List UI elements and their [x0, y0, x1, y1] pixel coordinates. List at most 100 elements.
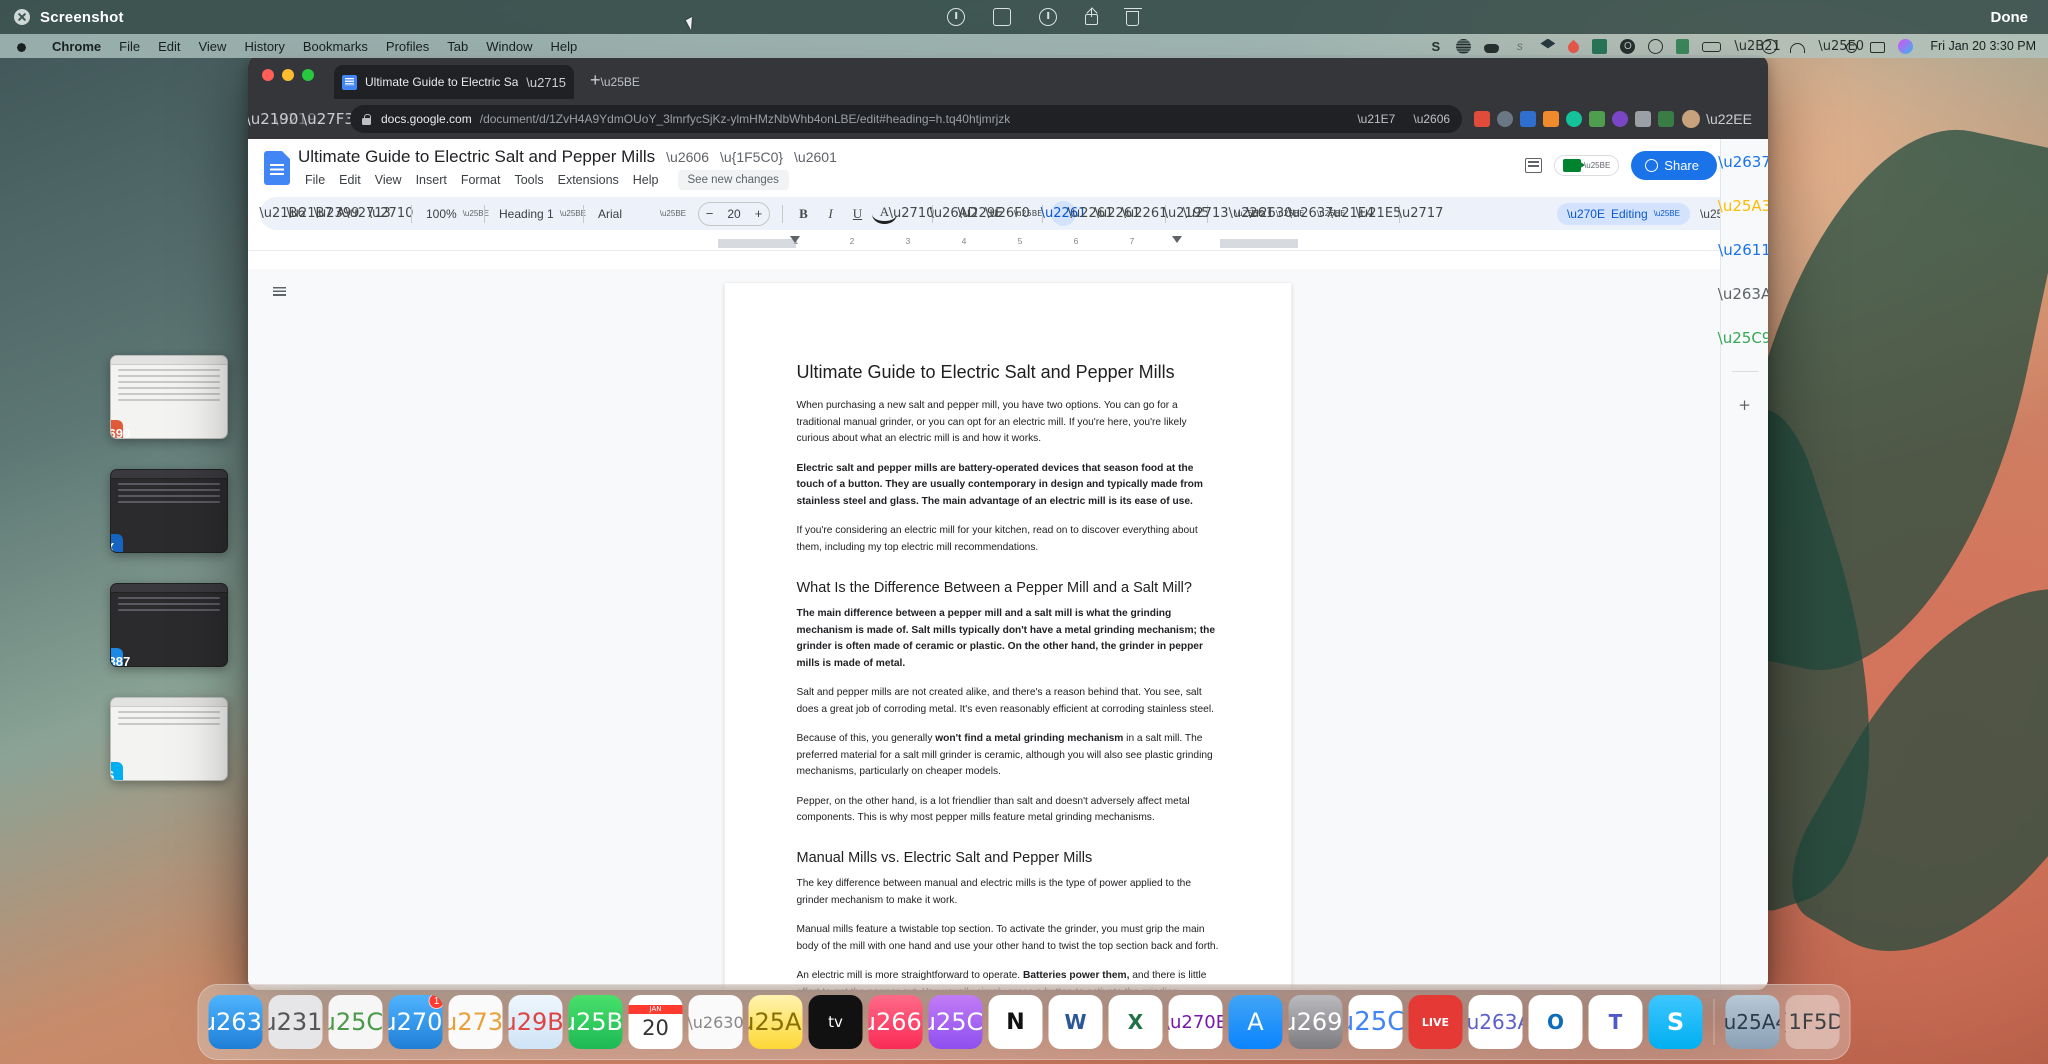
close-circle-icon[interactable]: [14, 9, 30, 25]
dock-item-launchpad[interactable]: \u2318: [268, 995, 323, 1049]
wifi-icon[interactable]: \u25E0: [1818, 39, 1864, 54]
share-button[interactable]: Share: [1631, 151, 1717, 180]
bold-button[interactable]: B: [791, 201, 816, 226]
ext-orange-icon[interactable]: [1543, 111, 1560, 127]
spotlight-search-icon[interactable]: [1846, 41, 1858, 53]
trash-icon[interactable]: [1124, 7, 1143, 26]
docs-menu-edit[interactable]: Edit: [332, 170, 368, 190]
keep-icon[interactable]: \u25A3: [1718, 195, 1768, 217]
editing-mode-button[interactable]: \u270E Editing \u25BE: [1556, 202, 1690, 225]
dock-item-downloads-folder[interactable]: \u25A4: [1725, 995, 1780, 1049]
font-dropdown[interactable]: Arial \u25BE: [592, 201, 692, 226]
dock-item-onenote[interactable]: \u270E: [1168, 995, 1223, 1049]
menu-item-edit[interactable]: Edit: [149, 39, 189, 54]
stage-window-document[interactable]: \u2699: [110, 355, 228, 439]
timer-icon[interactable]: [1648, 38, 1664, 54]
dock-item-app-store[interactable]: A: [1228, 995, 1283, 1049]
apple-logo-icon[interactable]: [16, 39, 27, 53]
camera-icon[interactable]: [947, 8, 966, 26]
close-window-button[interactable]: [262, 69, 274, 81]
meet-button[interactable]: \u25BE: [1554, 155, 1620, 176]
ext-green-icon[interactable]: [1658, 111, 1675, 127]
decrease-font-size-button[interactable]: −: [699, 206, 720, 221]
font-size-stepper[interactable]: − 20 +: [698, 201, 770, 226]
battery-green-icon[interactable]: [1676, 38, 1690, 54]
increase-indent-icon[interactable]: \u21E5: [1356, 201, 1402, 226]
tasks-icon[interactable]: \u2611: [1718, 239, 1768, 261]
ext-globe-icon[interactable]: [1497, 111, 1514, 127]
share-icon[interactable]: [1085, 8, 1099, 25]
profile-avatar[interactable]: [1682, 110, 1701, 128]
dock-item-finder[interactable]: \u263A: [208, 995, 263, 1049]
share-icon[interactable]: \u21E7: [1357, 112, 1395, 126]
chevron-down-icon[interactable]: \u25BE: [1014, 201, 1043, 226]
docs-menu-insert[interactable]: Insert: [409, 170, 454, 190]
menu-app-name[interactable]: Chrome: [43, 39, 110, 54]
ext-purple-icon[interactable]: [1612, 111, 1629, 127]
chevron-down-icon[interactable]: \u25BE: [601, 75, 640, 89]
version-history-icon[interactable]: [1525, 158, 1543, 173]
maximize-window-button[interactable]: [302, 69, 314, 81]
dock-item-trash[interactable]: \u{1F5D1}: [1785, 995, 1840, 1049]
dock-item-outlook[interactable]: O: [1528, 995, 1583, 1049]
docs-menu-view[interactable]: View: [368, 170, 409, 190]
menu-item-tab[interactable]: Tab: [438, 39, 477, 54]
dock-item-teams-people[interactable]: \u263A: [1468, 995, 1523, 1049]
skype-icon[interactable]: S: [1428, 39, 1443, 54]
ext-puzzle-icon[interactable]: [1635, 111, 1652, 127]
control-center-icon[interactable]: [1870, 41, 1886, 53]
dock-item-notion[interactable]: N: [988, 995, 1043, 1049]
cloud-saved-icon[interactable]: \u2601: [794, 149, 837, 165]
new-tab-button[interactable]: +: [590, 70, 601, 91]
skype-dim-icon[interactable]: s: [1512, 39, 1527, 54]
page-title[interactable]: Ultimate Guide to Electric Salt and Pepp…: [298, 147, 655, 167]
star-icon[interactable]: \u2606: [666, 149, 709, 165]
droplet-icon[interactable]: [1566, 39, 1582, 55]
dock-item-music[interactable]: \u266B: [868, 995, 923, 1049]
dock-item-teams[interactable]: T: [1588, 995, 1643, 1049]
docs-menu-format[interactable]: Format: [454, 170, 508, 190]
dock-item-chrome[interactable]: \u25C9: [1348, 995, 1403, 1049]
done-button[interactable]: Done: [1990, 9, 2028, 26]
star-icon[interactable]: \u2606: [1413, 112, 1450, 126]
calendar-icon[interactable]: \u2637: [1718, 151, 1768, 173]
stage-window-code[interactable]: X: [110, 469, 228, 553]
menu-bar-clock[interactable]: Fri Jan 20 3:30 PM: [1926, 39, 2036, 53]
docs-menu-file[interactable]: File: [298, 170, 332, 190]
dock-item-safari[interactable]: \u29BF: [508, 995, 563, 1049]
highlight-icon[interactable]: \u2710: [889, 201, 935, 226]
dock-item-word[interactable]: W: [1048, 995, 1103, 1049]
menu-item-profiles[interactable]: Profiles: [377, 39, 438, 54]
dock-item-mail[interactable]: \u27091: [388, 995, 443, 1049]
siri-icon[interactable]: [1898, 38, 1914, 54]
menu-item-view[interactable]: View: [189, 39, 235, 54]
headphones-icon[interactable]: [1790, 42, 1806, 53]
battery-icon[interactable]: [1702, 42, 1722, 52]
paint-format-icon[interactable]: \u2710: [368, 201, 414, 226]
zoom-dropdown[interactable]: 100% \u25BE: [420, 201, 489, 226]
grid-globe-icon[interactable]: [1456, 38, 1472, 54]
dock-item-live[interactable]: LIVE: [1408, 995, 1463, 1049]
ext-grammarly-icon[interactable]: [1566, 111, 1583, 127]
menu-item-history[interactable]: History: [235, 39, 293, 54]
align-justify-icon[interactable]: \u2261: [1122, 201, 1168, 226]
stage-window-terminal[interactable]: \u2387: [110, 583, 228, 667]
browser-tab[interactable]: Ultimate Guide to Electric Salt \u2715: [334, 65, 574, 99]
right-indent-marker[interactable]: [1172, 236, 1182, 243]
show-document-outline-icon[interactable]: [270, 283, 289, 302]
opera-icon[interactable]: O: [1620, 38, 1636, 54]
stage-window-skype[interactable]: S: [110, 697, 228, 781]
docs-menu-help[interactable]: Help: [626, 170, 666, 190]
maps-icon[interactable]: \u25C9: [1718, 327, 1768, 349]
dock-item-excel[interactable]: X: [1108, 995, 1163, 1049]
dropbox-icon[interactable]: [1540, 38, 1556, 49]
dock-item-photos[interactable]: \u273F: [448, 995, 503, 1049]
dock-item-skype[interactable]: S: [1648, 995, 1703, 1049]
ext-shield-icon[interactable]: [1589, 111, 1606, 127]
menu-item-help[interactable]: Help: [542, 39, 587, 54]
cloud-icon[interactable]: [1484, 43, 1500, 53]
dock-item-system-settings[interactable]: \u2699: [1288, 995, 1343, 1049]
font-size-value[interactable]: 20: [720, 207, 748, 221]
address-bar[interactable]: docs.google.com /document/d/1ZvH4A9YdmOU…: [350, 105, 1463, 133]
left-indent-marker[interactable]: [790, 236, 800, 243]
